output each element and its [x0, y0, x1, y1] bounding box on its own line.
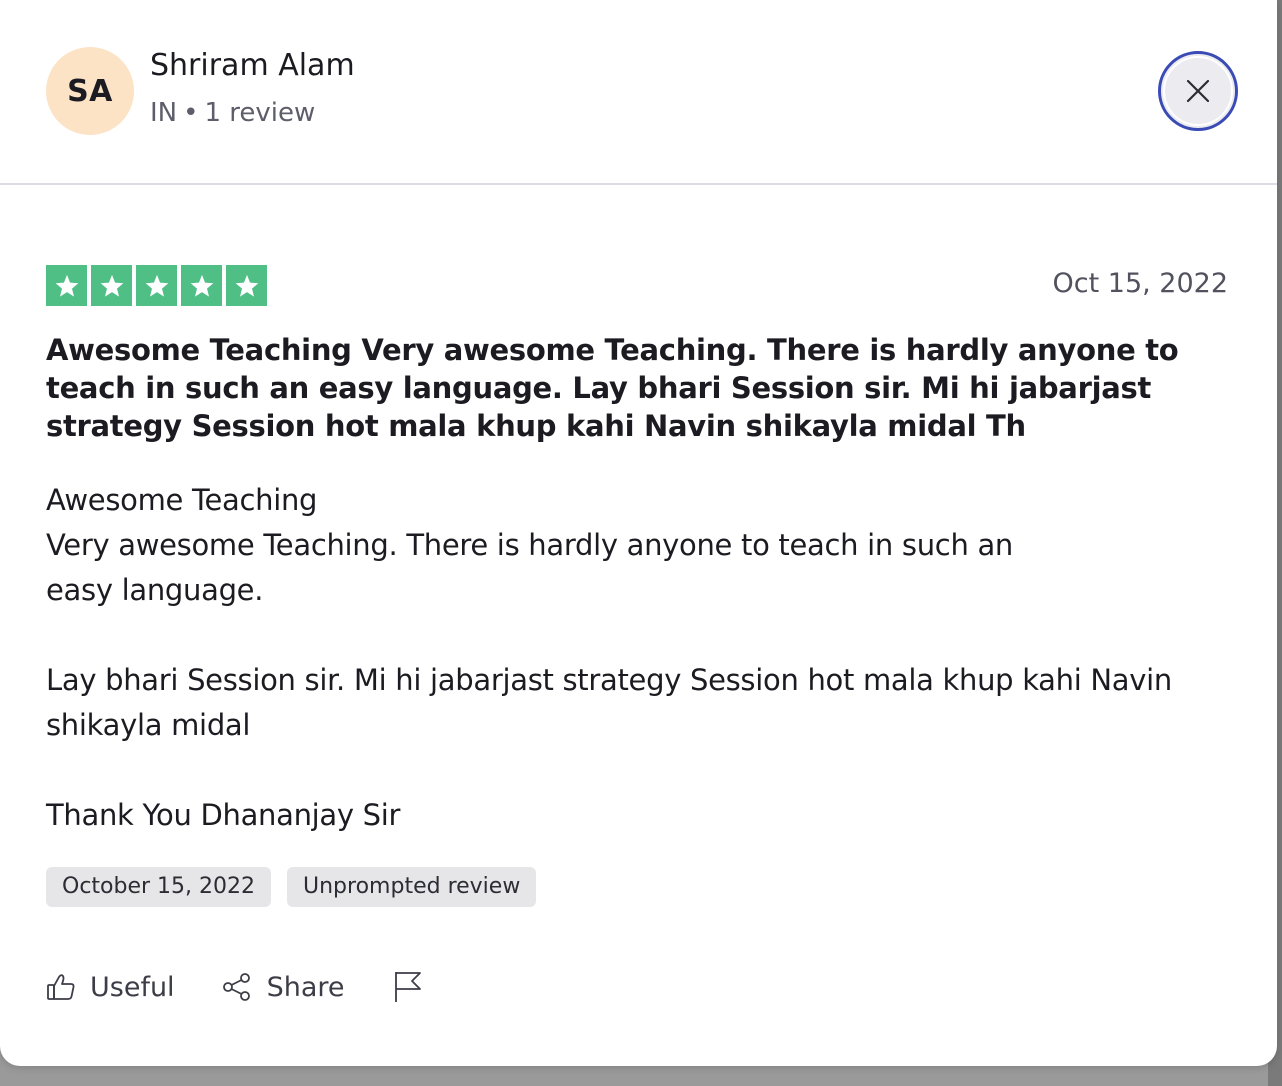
reviewer-name[interactable]: Shriram Alam: [150, 48, 355, 83]
star-rating: [46, 265, 267, 306]
review-modal: SA Shriram Alam IN • 1 review Oct 15, 2022…: [0, 0, 1277, 1066]
star-icon: [136, 265, 177, 306]
star-icon: [91, 265, 132, 306]
useful-button[interactable]: Useful: [46, 972, 175, 1003]
review-title: Awesome Teaching Very awesome Teaching. …: [46, 333, 1179, 443]
star-icon: [181, 265, 222, 306]
report-button[interactable]: [392, 970, 424, 1004]
review-type-tag[interactable]: Unprompted review: [287, 867, 537, 907]
star-icon: [46, 265, 87, 306]
star-icon: [226, 265, 267, 306]
share-button[interactable]: Share: [221, 971, 345, 1003]
review-body: Awesome Teaching Very awesome Teaching. …: [46, 483, 1172, 832]
close-button-inner: [1163, 56, 1233, 126]
share-icon: [222, 973, 250, 1001]
avatar-initials: SA: [67, 73, 113, 109]
reviewer-header: SA Shriram Alam IN • 1 review: [0, 0, 1277, 185]
avatar: SA: [46, 47, 134, 135]
reviewer-meta: IN • 1 review: [150, 98, 315, 128]
close-icon: [1186, 79, 1210, 103]
useful-label: Useful: [90, 971, 175, 1003]
review-date: Oct 15, 2022: [1052, 268, 1229, 299]
flag-icon: [395, 972, 422, 1002]
share-label: Share: [266, 971, 345, 1003]
review-tags: October 15, 2022 Unprompted review: [46, 867, 537, 907]
thumbs-up-icon: [47, 974, 75, 1000]
reviewer-review-count: 1 review: [204, 98, 316, 128]
experience-date-tag: October 15, 2022: [46, 867, 272, 907]
reviewer-country: IN: [150, 98, 178, 128]
close-button[interactable]: [1158, 51, 1238, 131]
meta-separator: •: [183, 98, 199, 128]
review-actions: Useful Share: [46, 966, 424, 1008]
